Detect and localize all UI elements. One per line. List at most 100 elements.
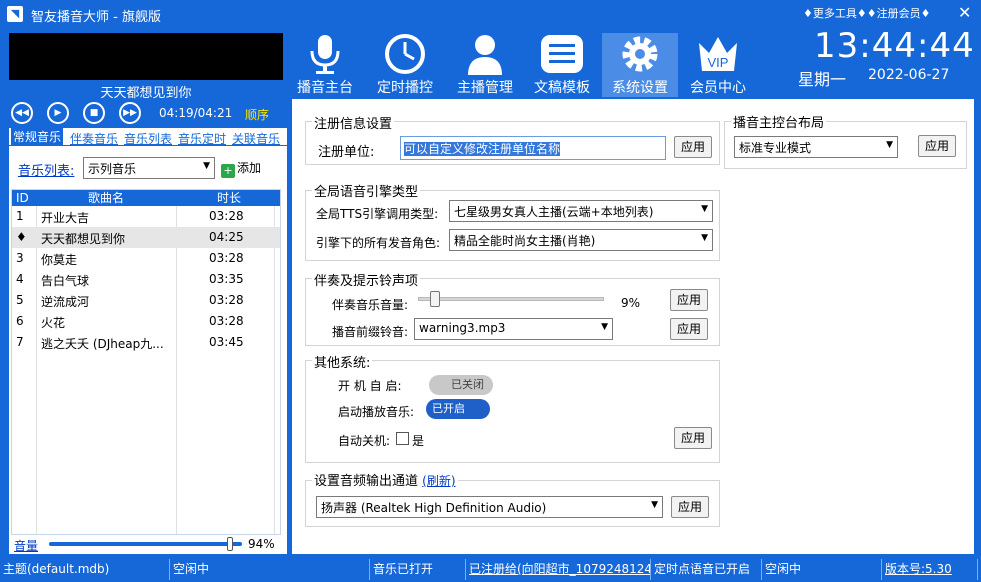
table-row[interactable]: 1 开业大吉 03:28 <box>12 206 280 227</box>
row-song-name: 你莫走 <box>41 253 78 267</box>
status-version[interactable]: 版本号:5.30 <box>882 559 978 580</box>
audio-device-select[interactable]: 扬声器 (Realtek High Definition Audio) ▼ <box>316 496 663 518</box>
bell-apply-button[interactable]: 应用 <box>670 318 708 340</box>
row-duration: 03:45 <box>209 335 244 349</box>
other-apply-button[interactable]: 应用 <box>674 427 712 449</box>
play-icon: ▶ <box>54 108 62 118</box>
volume-link[interactable]: 音量 <box>14 537 38 554</box>
nav-anchor-manage[interactable]: 主播管理 <box>447 33 523 97</box>
player-display <box>9 33 283 80</box>
row-id: 6 <box>16 314 24 328</box>
accompany-apply-button[interactable]: 应用 <box>670 289 708 311</box>
table-row[interactable]: ♦ 天天都想见到你 04:25 <box>12 227 280 248</box>
next-button[interactable]: ▶▶ <box>119 102 141 124</box>
add-music-label: 添加 <box>237 161 262 175</box>
row-id: 7 <box>16 335 24 349</box>
tab-music-list[interactable]: 音乐列表 <box>124 130 172 147</box>
refresh-link[interactable]: (刷新) <box>422 474 455 488</box>
tts-engine-select[interactable]: 七星级男女真人主播(云端+本地列表) ▼ <box>449 200 713 222</box>
autoplay-toggle[interactable]: 已开启 <box>426 399 490 419</box>
row-id: 1 <box>16 209 24 223</box>
row-duration: 03:28 <box>209 209 244 223</box>
nav-document-template[interactable]: 文稿模板 <box>524 33 600 97</box>
row-id: 3 <box>16 251 24 265</box>
accompany-volume-label: 伴奏音乐音量: <box>332 298 409 312</box>
play-order-toggle[interactable]: 顺序 <box>245 106 269 123</box>
table-row[interactable]: 4 告白气球 03:35 <box>12 269 280 290</box>
header-id[interactable]: ID <box>16 190 29 206</box>
music-list-link[interactable]: 音乐列表: <box>18 160 74 179</box>
row-song-name: 天天都想见到你 <box>41 232 126 246</box>
autostart-toggle[interactable]: 已关闭 <box>429 375 493 395</box>
music-list-select[interactable]: 示列音乐 ▼ <box>83 157 215 179</box>
shutdown-label: 自动关机: <box>338 434 391 448</box>
tab-accompany-music[interactable]: 伴奏音乐 <box>70 130 118 147</box>
nav-label: 文稿模板 <box>534 80 590 96</box>
tab-regular-music[interactable]: 常规音乐 <box>11 128 64 146</box>
row-duration: 03:35 <box>209 272 244 286</box>
table-row[interactable]: 6 火花 03:28 <box>12 311 280 332</box>
play-button[interactable]: ▶ <box>47 102 69 124</box>
window-title: 智友播音大师 - 旗舰版 <box>31 10 161 25</box>
clock-time: 13:44:44 <box>814 26 975 66</box>
tab-music-timer[interactable]: 音乐定时 <box>178 130 226 147</box>
layout-mode-value: 标准专业模式 <box>739 141 812 155</box>
other-title: 其他系统: <box>312 352 373 371</box>
bell-select[interactable]: warning3.mp3 ▼ <box>414 318 613 340</box>
status-timer-voice: 定时点语音已开启 <box>651 559 762 580</box>
autostart-label: 开 机 自 启: <box>338 379 402 393</box>
autostart-state: 已关闭 <box>451 378 484 391</box>
status-theme: 主题(default.mdb) <box>0 559 170 580</box>
accompany-volume-percent: 9% <box>621 296 641 310</box>
row-id: ♦ <box>16 230 27 244</box>
music-panel: 常规音乐 伴奏音乐 音乐列表 音乐定时 关联音乐 音乐列表: 示列音乐 ▼ + 添… <box>9 128 287 554</box>
status-registration[interactable]: 已注册给(向阳超市_1079248124 <box>466 559 651 580</box>
nav-system-settings[interactable]: 系统设置 <box>602 33 678 97</box>
autoplay-label: 启动播放音乐: <box>338 405 415 419</box>
close-button[interactable]: ✕ <box>958 3 971 22</box>
tab-linked-music[interactable]: 关联音乐 <box>232 130 280 147</box>
chevron-down-icon: ▼ <box>203 161 210 171</box>
more-tools-link[interactable]: ♦更多工具♦ <box>803 7 867 20</box>
add-music-button[interactable]: + 添加 <box>221 159 261 178</box>
voice-role-select[interactable]: 精品全能时尚女主播(肖艳) ▼ <box>449 229 713 251</box>
nav-label: 系统设置 <box>612 80 668 96</box>
title-bar: ◥ 智友播音大师 - 旗舰版 ♦更多工具♦♦注册会员♦ ✕ <box>0 0 981 28</box>
table-row[interactable]: 7 逃之夭夭 (DJheap九... 03:45 <box>12 332 280 353</box>
tts-engine-value: 七星级男女真人主播(云端+本地列表) <box>454 205 654 219</box>
table-row[interactable]: 5 逆流成河 03:28 <box>12 290 280 311</box>
accompany-volume-slider[interactable] <box>418 297 604 301</box>
register-member-link[interactable]: ♦注册会员♦ <box>867 7 931 20</box>
skip-back-icon: ◀◀ <box>15 108 29 118</box>
volume-slider[interactable] <box>49 537 242 551</box>
nav-member-center[interactable]: VIP 会员中心 <box>680 33 756 97</box>
status-idle: 空闲中 <box>170 559 370 580</box>
registration-unit-input[interactable]: 可以自定义修改注册单位名称 <box>400 136 666 160</box>
now-playing-title: 天天都想见到你 <box>100 86 192 101</box>
layout-apply-button[interactable]: 应用 <box>918 135 956 157</box>
nav-timed-control[interactable]: 定时播控 <box>367 33 443 97</box>
layout-mode-select[interactable]: 标准专业模式 ▼ <box>734 136 898 158</box>
registration-apply-button[interactable]: 应用 <box>674 136 712 158</box>
row-song-name: 告白气球 <box>41 274 90 288</box>
nav-label: 会员中心 <box>690 80 746 96</box>
vip-crown-icon: VIP <box>699 37 737 71</box>
row-song-name: 火花 <box>41 316 66 330</box>
clock-weekday: 星期一 <box>798 70 847 89</box>
status-idle-2: 空闲中 <box>762 559 882 580</box>
previous-button[interactable]: ◀◀ <box>11 102 33 124</box>
audio-apply-button[interactable]: 应用 <box>671 496 709 518</box>
header-song-name[interactable]: 歌曲名 <box>88 190 124 206</box>
stop-icon: ■ <box>89 108 99 118</box>
volume-slider-thumb[interactable] <box>227 537 234 551</box>
row-duration: 03:28 <box>209 251 244 265</box>
accompany-title: 伴奏及提示铃声项 <box>312 270 421 289</box>
music-list-value: 示列音乐 <box>88 162 137 176</box>
accompany-volume-thumb[interactable] <box>429 291 440 307</box>
chevron-down-icon: ▼ <box>701 204 708 214</box>
stop-button[interactable]: ■ <box>83 102 105 124</box>
table-row[interactable]: 3 你莫走 03:28 <box>12 248 280 269</box>
header-duration[interactable]: 时长 <box>217 190 241 206</box>
nav-broadcast-console[interactable]: 播音主台 <box>287 33 363 97</box>
shutdown-checkbox[interactable] <box>396 432 409 445</box>
